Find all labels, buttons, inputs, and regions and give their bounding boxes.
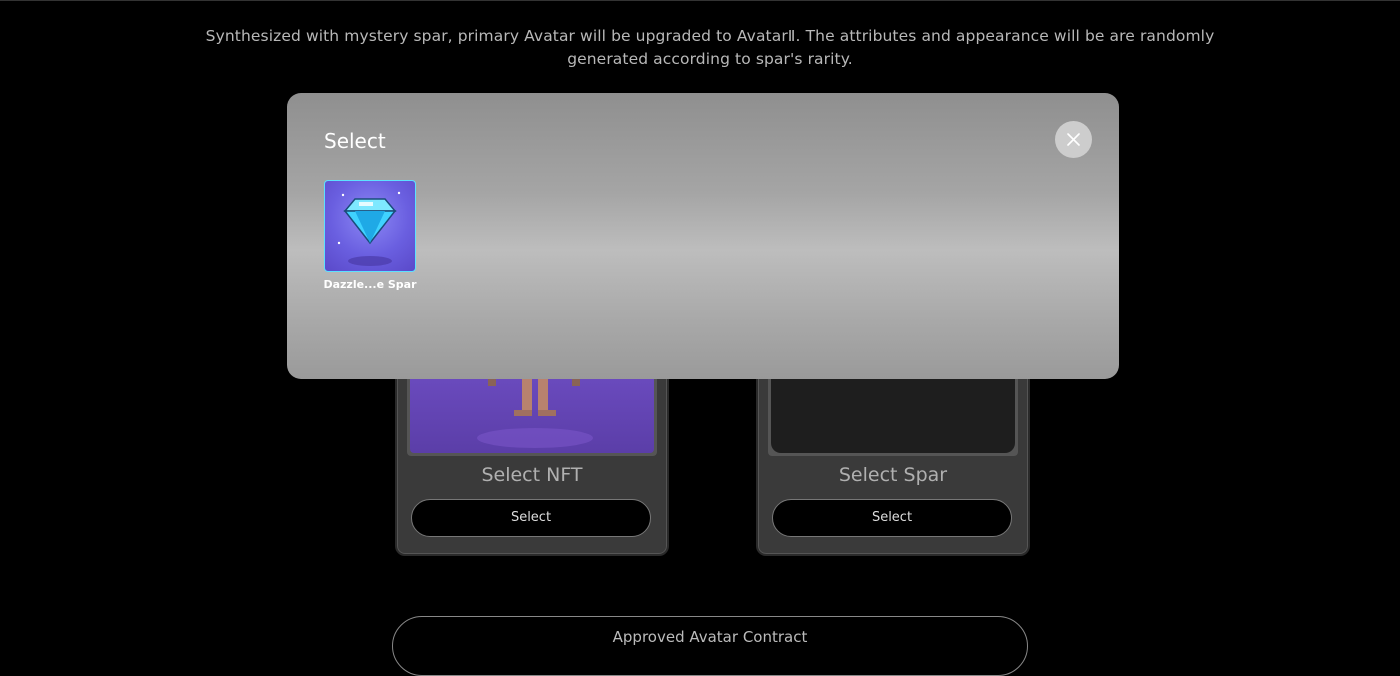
modal-title: Select (324, 129, 386, 153)
synthesis-description: Synthesized with mystery spar, primary A… (205, 27, 1215, 68)
select-nft-label: Select NFT (481, 464, 583, 486)
spar-item-name: Dazzle...e Spar (323, 278, 417, 291)
select-modal: Select Dazzle...e Spar (287, 93, 1119, 379)
approve-avatar-contract-button[interactable]: Approved Avatar Contract (392, 616, 1028, 676)
select-nft-button[interactable]: Select (411, 499, 651, 537)
top-divider (0, 0, 1400, 1)
close-icon (1067, 133, 1080, 146)
select-spar-button[interactable]: Select (772, 499, 1012, 537)
spar-item-thumbnail[interactable] (324, 180, 416, 272)
close-button[interactable] (1055, 121, 1092, 158)
diamond-icon (337, 191, 401, 266)
select-spar-label: Select Spar (838, 464, 948, 486)
